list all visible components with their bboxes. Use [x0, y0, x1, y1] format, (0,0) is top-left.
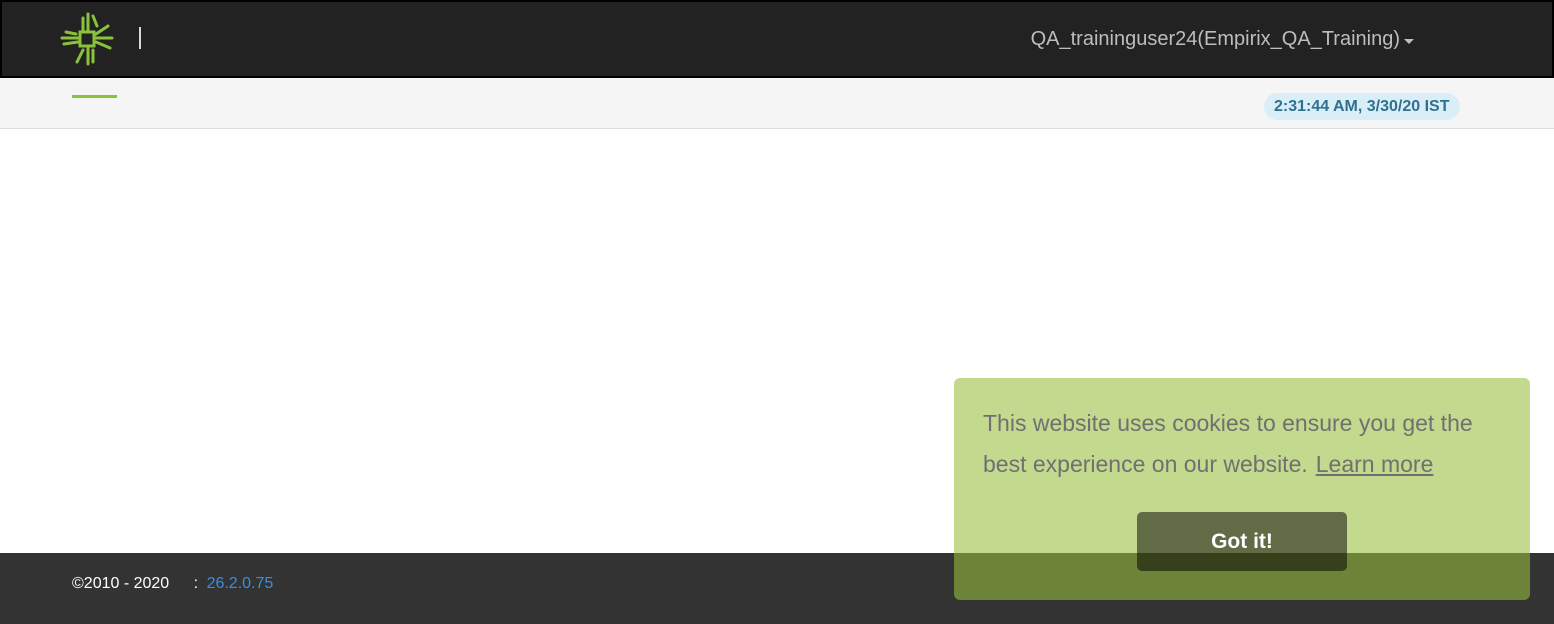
cookie-message-container: This website uses cookies to ensure you …	[983, 403, 1513, 485]
caret-down-icon	[1404, 38, 1414, 44]
version-link[interactable]: 26.2.0.75	[207, 575, 274, 592]
got-it-button[interactable]: Got it!	[1137, 512, 1347, 571]
copyright-text: ©2010 - 2020	[72, 575, 170, 592]
clock-badge: 2:31:44 AM, 3/30/20 IST	[1264, 93, 1460, 120]
user-menu-label: QA_traininguser24(Empirix_QA_Training)	[1030, 28, 1400, 50]
secondary-navbar: 2:31:44 AM, 3/30/20 IST	[0, 78, 1554, 129]
user-menu-dropdown[interactable]: QA_traininguser24(Empirix_QA_Training)	[1031, 28, 1414, 51]
footer-info: ©2010 - 2020 : 26.2.0.75	[72, 575, 273, 593]
top-navbar: QA_traininguser24(Empirix_QA_Training)	[0, 0, 1554, 78]
active-tab-indicator	[72, 95, 117, 98]
empirix-logo-icon[interactable]	[60, 12, 116, 68]
learn-more-link[interactable]: Learn more	[1316, 451, 1434, 477]
logo-divider	[139, 27, 141, 49]
cookie-consent-banner: This website uses cookies to ensure you …	[954, 378, 1530, 600]
version-separator: :	[193, 575, 199, 592]
